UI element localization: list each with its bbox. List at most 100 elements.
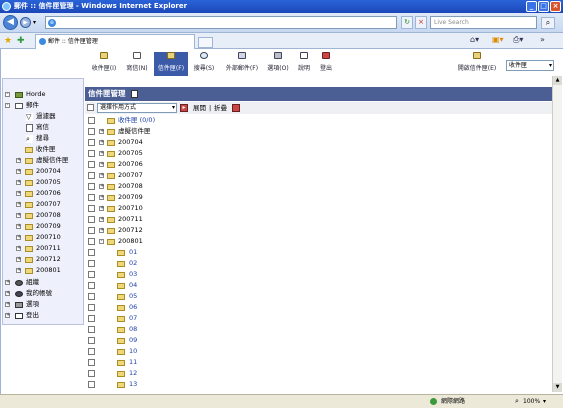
collapse-icon[interactable]: -	[99, 239, 104, 244]
subfolder-row[interactable]: 13	[85, 379, 553, 390]
folder-row-virtual[interactable]: + 虛擬信件匣	[85, 126, 553, 137]
folder-row-inbox[interactable]: 收件匣 (0/0)	[85, 115, 553, 126]
folder-row[interactable]: +200708	[85, 181, 553, 192]
menu-help[interactable]: 說明	[294, 52, 314, 76]
expand-icon[interactable]: +	[16, 257, 21, 262]
expand-icon[interactable]: +	[16, 158, 21, 163]
subfolder-row[interactable]: 04	[85, 280, 553, 291]
row-checkbox[interactable]	[88, 128, 95, 135]
folder-row[interactable]: +200709	[85, 192, 553, 203]
row-checkbox[interactable]	[88, 205, 95, 212]
go-icon[interactable]: ▸	[180, 104, 188, 112]
collapse-icon[interactable]: -	[5, 92, 10, 97]
row-checkbox[interactable]	[88, 337, 95, 344]
folder-row[interactable]: +200712	[85, 225, 553, 236]
menu-folders[interactable]: 信件匣(F)	[154, 52, 188, 76]
action-select[interactable]: 選擇作用方式 ▾	[97, 103, 177, 113]
expand-icon[interactable]: +	[16, 169, 21, 174]
collapse-icon[interactable]: -	[5, 103, 10, 108]
maximize-button[interactable]: □	[538, 1, 549, 12]
expand-icon[interactable]: +	[16, 202, 21, 207]
expand-all-link[interactable]: 展開	[193, 103, 206, 113]
menu-compose[interactable]: 寫信(N)	[122, 52, 152, 76]
row-checkbox[interactable]	[88, 227, 95, 234]
expand-icon[interactable]: +	[99, 129, 104, 134]
subfolder-row[interactable]: 06	[85, 302, 553, 313]
forward-button[interactable]: ▶	[20, 17, 31, 28]
row-checkbox[interactable]	[88, 260, 95, 267]
folder-row[interactable]: +200707	[85, 170, 553, 181]
row-checkbox[interactable]	[88, 150, 95, 157]
favorites-star-icon[interactable]: ★	[4, 36, 12, 46]
vertical-scrollbar[interactable]: ▲ ▼	[552, 76, 562, 392]
expand-icon[interactable]: +	[16, 224, 21, 229]
subfolder-row[interactable]: 10	[85, 346, 553, 357]
subfolder-row[interactable]: 05	[85, 291, 553, 302]
expand-icon[interactable]: +	[16, 213, 21, 218]
subfolder-row[interactable]: 01	[85, 247, 553, 258]
subfolder-row[interactable]: 12	[85, 368, 553, 379]
folder-row[interactable]: +200711	[85, 214, 553, 225]
folder-row[interactable]: +200705	[85, 148, 553, 159]
add-favorite-icon[interactable]: ✚	[17, 36, 25, 46]
tab-mail[interactable]: 郵件 :: 信件匣管理	[35, 34, 195, 49]
subfolder-row[interactable]: 03	[85, 269, 553, 280]
row-checkbox[interactable]	[88, 381, 95, 388]
row-checkbox[interactable]	[88, 216, 95, 223]
menu-inbox[interactable]: 收件匣(I)	[87, 52, 121, 76]
row-checkbox[interactable]	[88, 194, 95, 201]
expand-icon[interactable]: +	[16, 268, 21, 273]
scroll-up-icon[interactable]: ▲	[553, 76, 562, 85]
row-checkbox[interactable]	[88, 370, 95, 377]
scroll-down-icon[interactable]: ▼	[553, 383, 562, 392]
folder-row[interactable]: +200704	[85, 137, 553, 148]
row-checkbox[interactable]	[88, 139, 95, 146]
tools-overflow-icon[interactable]: »	[540, 35, 545, 44]
feeds-icon[interactable]: ▣▾	[492, 35, 504, 44]
row-checkbox[interactable]	[88, 161, 95, 168]
home-icon[interactable]: ⌂▾	[470, 35, 479, 44]
refresh-page-icon[interactable]	[131, 90, 139, 98]
subfolder-row[interactable]: 11	[85, 357, 553, 368]
row-checkbox[interactable]	[88, 249, 95, 256]
row-checkbox[interactable]	[88, 271, 95, 278]
row-checkbox[interactable]	[88, 348, 95, 355]
close-window-button[interactable]: ×	[550, 1, 561, 12]
expand-icon[interactable]: +	[16, 235, 21, 240]
row-checkbox[interactable]	[88, 293, 95, 300]
history-dropdown-icon[interactable]: ▾	[33, 19, 36, 26]
new-tab-button[interactable]	[198, 37, 213, 48]
row-checkbox[interactable]	[88, 183, 95, 190]
row-checkbox[interactable]	[88, 304, 95, 311]
collapse-all-link[interactable]: 折疊	[214, 103, 227, 113]
back-button[interactable]: ◀	[3, 15, 18, 30]
refresh-button[interactable]: ↻	[401, 16, 413, 29]
expand-icon[interactable]: +	[99, 228, 104, 233]
search-icon[interactable]: ⌕	[541, 17, 555, 29]
search-input[interactable]: Live Search	[430, 16, 537, 29]
subfolder-row[interactable]: 07	[85, 313, 553, 324]
expand-icon[interactable]: +	[99, 140, 104, 145]
stop-button[interactable]: ×	[415, 16, 427, 29]
folder-row[interactable]: +200710	[85, 203, 553, 214]
print-icon[interactable]: ⎙▾	[513, 35, 523, 45]
expand-icon[interactable]: +	[99, 195, 104, 200]
select-all-checkbox[interactable]	[87, 104, 94, 111]
row-checkbox[interactable]	[88, 282, 95, 289]
collapse-all-icon[interactable]	[232, 104, 240, 112]
subfolder-row[interactable]: 09	[85, 335, 553, 346]
chevron-down-icon[interactable]: ▾	[543, 395, 546, 408]
expand-icon[interactable]: +	[99, 206, 104, 211]
menu-external-mail[interactable]: 外部郵件(F)	[220, 52, 264, 76]
address-bar[interactable]: e	[45, 16, 397, 29]
expand-icon[interactable]: +	[99, 217, 104, 222]
row-checkbox[interactable]	[88, 326, 95, 333]
menu-options[interactable]: 選項(O)	[265, 52, 291, 76]
folder-row-expanded[interactable]: -200801	[85, 236, 553, 247]
expand-icon[interactable]: +	[5, 291, 10, 296]
row-checkbox[interactable]	[88, 359, 95, 366]
minimize-button[interactable]: _	[526, 1, 537, 12]
expand-icon[interactable]: +	[16, 180, 21, 185]
expand-icon[interactable]: +	[16, 191, 21, 196]
subfolder-row[interactable]: 02	[85, 258, 553, 269]
